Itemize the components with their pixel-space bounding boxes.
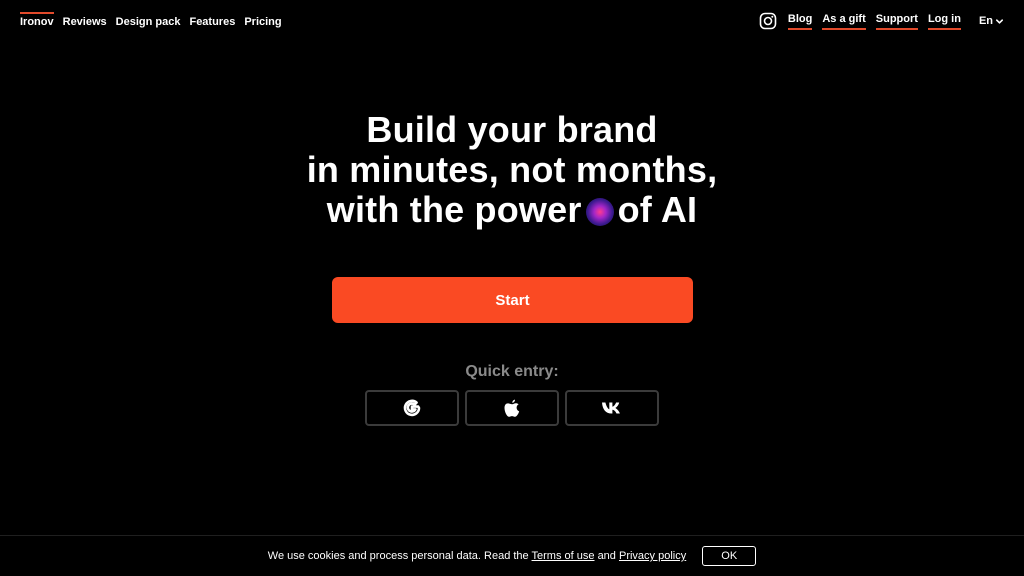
apple-login-button[interactable] (465, 390, 559, 426)
cookie-message: We use cookies and process personal data… (268, 550, 686, 562)
apple-icon (504, 399, 520, 417)
hero: Build your brand in minutes, not months,… (0, 110, 1024, 230)
secondary-nav: Blog As a gift Support Log in En (759, 0, 1004, 42)
google-icon (403, 399, 421, 417)
language-label: En (978, 15, 993, 27)
hero-title: Build your brand in minutes, not months,… (0, 110, 1024, 230)
nav-features[interactable]: Features (189, 0, 235, 44)
vk-icon (602, 402, 620, 414)
hero-line-3-end: of AI (617, 189, 698, 230)
quick-entry-label: Quick entry: (465, 363, 559, 380)
vk-login-button[interactable] (565, 390, 659, 426)
cookie-banner: We use cookies and process personal data… (0, 535, 1024, 576)
language-selector[interactable]: En (979, 15, 1004, 27)
google-login-button[interactable] (365, 390, 459, 426)
privacy-link[interactable]: Privacy policy (619, 550, 686, 562)
nav-ironov[interactable]: Ironov (20, 0, 54, 44)
cookie-and: and (597, 550, 616, 562)
hero-line-2: in minutes, not months, (306, 149, 718, 190)
terms-link[interactable]: Terms of use (532, 550, 595, 562)
cookie-text: We use cookies and process personal data… (267, 550, 529, 562)
quick-entry-buttons (365, 390, 659, 426)
instagram-icon[interactable] (759, 12, 777, 30)
hero-line-3: with the power of AI (0, 190, 1024, 230)
chevron-down-icon (995, 18, 1004, 24)
hero-line-3-start: with the power (326, 189, 582, 230)
cookie-ok-button[interactable]: OK (702, 546, 757, 566)
hero-line-1: Build your brand (366, 109, 658, 150)
nav-reviews[interactable]: Reviews (63, 0, 107, 44)
main-nav: Ironov Reviews Design pack Features Pric… (20, 0, 282, 44)
ai-orb-icon (585, 198, 614, 226)
nav-design-pack[interactable]: Design pack (116, 0, 181, 44)
nav-login[interactable]: Log in (927, 12, 961, 30)
nav-as-a-gift[interactable]: As a gift (822, 12, 866, 30)
nav-pricing[interactable]: Pricing (244, 0, 281, 44)
nav-blog[interactable]: Blog (787, 12, 813, 30)
nav-support[interactable]: Support (875, 12, 918, 30)
start-button[interactable]: Start (332, 277, 693, 323)
